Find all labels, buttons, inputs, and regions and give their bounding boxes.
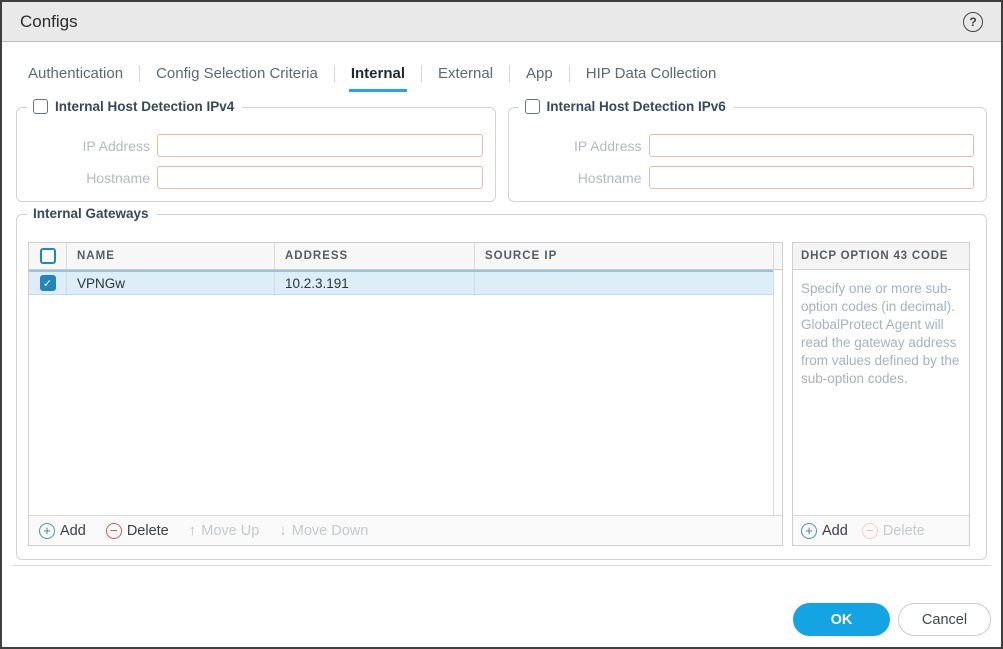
- dialog-footer: OK Cancel: [12, 565, 991, 647]
- table-scrollbar-track: [773, 243, 774, 515]
- tab-config-selection-criteria[interactable]: Config Selection Criteria: [154, 65, 320, 92]
- ipv6-ip-address-label: IP Address: [519, 138, 649, 154]
- delete-icon: −: [106, 523, 122, 539]
- dhcp-option-43-hint: Specify one or more sub-option codes (in…: [793, 270, 969, 515]
- column-header-name[interactable]: NAME: [66, 243, 274, 269]
- internal-gateways-group: Internal Gateways NAME ADDRESS SOURCE IP…: [16, 214, 987, 560]
- dhcp-toolbar: + Add − Delete: [793, 515, 969, 545]
- cell-source-ip: [474, 272, 773, 294]
- dhcp-add-label: Add: [822, 523, 848, 539]
- add-gateway-button[interactable]: + Add: [39, 523, 86, 539]
- internal-host-detection-ipv4-group: Internal Host Detection IPv4 IP Address …: [16, 107, 496, 202]
- tab-external[interactable]: External: [436, 65, 495, 92]
- table-body: ✓ VPNGw 10.2.3.191: [29, 270, 782, 515]
- ipv4-hostname-input[interactable]: [157, 166, 483, 189]
- move-up-icon: ↑: [189, 522, 197, 539]
- delete-gateway-button[interactable]: − Delete: [106, 523, 169, 539]
- dhcp-add-button[interactable]: + Add: [801, 523, 848, 539]
- ipv6-hostname-label: Hostname: [519, 170, 649, 186]
- tab-separator: [334, 65, 335, 82]
- ipv4-ip-address-input[interactable]: [157, 134, 483, 157]
- row-checkbox[interactable]: ✓: [40, 275, 56, 291]
- delete-label: Delete: [127, 523, 169, 539]
- add-icon: +: [801, 523, 817, 539]
- cell-address: 10.2.3.191: [274, 272, 474, 294]
- tab-separator: [569, 65, 570, 82]
- ipv4-enable-checkbox[interactable]: [33, 99, 48, 114]
- dialog-title: Configs: [20, 12, 78, 32]
- ipv6-hostname-input[interactable]: [649, 166, 975, 189]
- ipv4-ip-address-label: IP Address: [27, 138, 157, 154]
- dialog-titlebar: Configs ?: [2, 2, 1001, 42]
- host-detection-row: Internal Host Detection IPv4 IP Address …: [16, 107, 987, 202]
- ipv4-legend-label: Internal Host Detection IPv4: [55, 99, 234, 114]
- tab-separator: [509, 65, 510, 82]
- add-icon: +: [39, 523, 55, 539]
- tab-authentication[interactable]: Authentication: [26, 65, 125, 92]
- ok-button[interactable]: OK: [793, 603, 890, 636]
- move-up-label: Move Up: [201, 523, 259, 539]
- table-row[interactable]: ✓ VPNGw 10.2.3.191: [29, 270, 773, 295]
- dhcp-option-43-panel: DHCP OPTION 43 CODE Specify one or more …: [792, 242, 970, 546]
- add-label: Add: [60, 523, 86, 539]
- internal-gateways-table: NAME ADDRESS SOURCE IP ✓ VPNGw 10.2.3.19…: [28, 242, 783, 546]
- internal-gateways-legend-label: Internal Gateways: [33, 206, 149, 221]
- column-header-address[interactable]: ADDRESS: [274, 243, 474, 269]
- delete-icon: −: [862, 523, 878, 539]
- select-all-checkbox[interactable]: [40, 248, 56, 264]
- tab-bar: Authentication Config Selection Criteria…: [2, 42, 1001, 92]
- row-checkbox-cell: ✓: [29, 272, 66, 294]
- internal-gateways-legend: Internal Gateways: [27, 206, 157, 221]
- move-down-label: Move Down: [292, 523, 369, 539]
- column-header-source-ip[interactable]: SOURCE IP: [474, 243, 782, 269]
- move-up-button: ↑ Move Up: [189, 522, 260, 539]
- tab-separator: [139, 65, 140, 82]
- ipv6-ip-address-input[interactable]: [649, 134, 975, 157]
- ipv4-hostname-label: Hostname: [27, 170, 157, 186]
- tab-app[interactable]: App: [524, 65, 555, 92]
- move-down-button: ↓ Move Down: [279, 522, 368, 539]
- help-icon[interactable]: ?: [963, 12, 983, 32]
- tab-internal[interactable]: Internal: [349, 65, 407, 92]
- internal-host-detection-ipv6-group: Internal Host Detection IPv6 IP Address …: [508, 107, 988, 202]
- table-toolbar: + Add − Delete ↑ Move Up ↓ Move Down: [29, 515, 782, 545]
- dhcp-option-43-header: DHCP OPTION 43 CODE: [793, 243, 969, 270]
- move-down-icon: ↓: [279, 522, 287, 539]
- ipv6-legend: Internal Host Detection IPv6: [519, 99, 734, 114]
- tab-separator: [421, 65, 422, 82]
- ipv4-legend: Internal Host Detection IPv4: [27, 99, 242, 114]
- cancel-button[interactable]: Cancel: [898, 603, 991, 636]
- table-header-row: NAME ADDRESS SOURCE IP: [29, 243, 782, 270]
- ipv6-enable-checkbox[interactable]: [525, 99, 540, 114]
- ipv6-legend-label: Internal Host Detection IPv6: [547, 99, 726, 114]
- dhcp-delete-label: Delete: [883, 523, 925, 539]
- select-all-cell: [29, 243, 66, 269]
- dhcp-delete-button: − Delete: [862, 523, 925, 539]
- tab-hip-data-collection[interactable]: HIP Data Collection: [584, 65, 719, 92]
- cell-name: VPNGw: [66, 272, 274, 294]
